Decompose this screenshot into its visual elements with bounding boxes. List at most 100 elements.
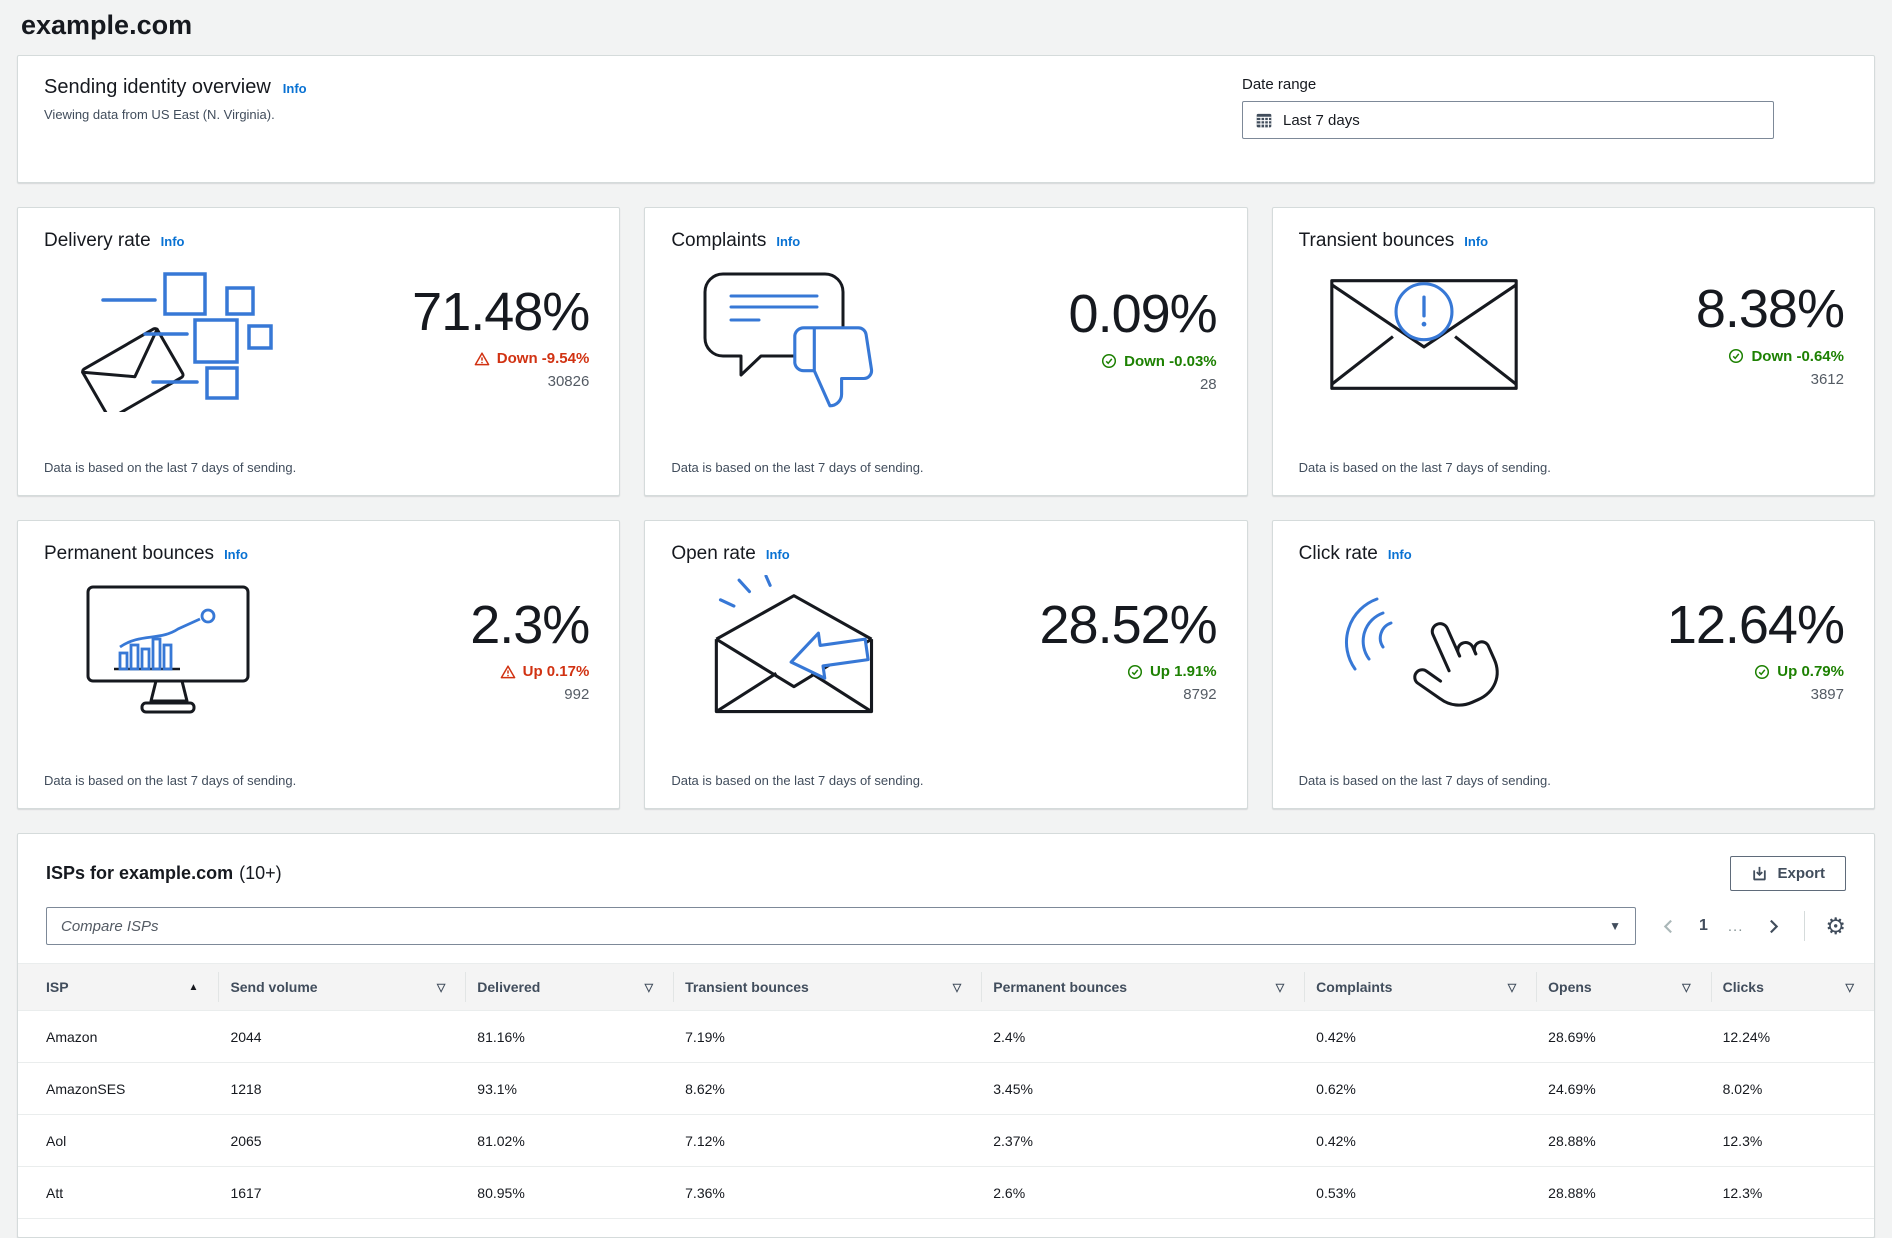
date-range-input[interactable]: Last 7 days xyxy=(1242,101,1774,139)
open-rate-icon xyxy=(671,575,921,725)
column-header-isp[interactable]: ISP▲ xyxy=(18,964,218,1011)
column-header-permanent-bounces[interactable]: Permanent bounces▽ xyxy=(981,964,1304,1011)
trend-indicator: Down -9.54% xyxy=(294,350,589,367)
metric-value: 28.52% xyxy=(921,597,1216,654)
metric-count: 30826 xyxy=(294,373,589,390)
trend-label: Up 1.91% xyxy=(1150,663,1217,680)
metrics-grid: Delivery rate Info xyxy=(17,207,1875,809)
column-header-delivered[interactable]: Delivered▽ xyxy=(465,964,673,1011)
metric-info-link[interactable]: Info xyxy=(1464,234,1488,249)
trend-indicator: Up 1.91% xyxy=(921,663,1216,680)
prev-page-button[interactable] xyxy=(1658,916,1679,937)
cell-transient-bounces: 7.36% xyxy=(673,1167,981,1219)
warning-triangle-icon xyxy=(500,664,516,680)
cell-clicks: 12.3% xyxy=(1711,1167,1874,1219)
metric-title: Click rate xyxy=(1299,543,1378,565)
cell-permanent-bounces: 2.4% xyxy=(981,1011,1304,1063)
metric-count: 8792 xyxy=(921,686,1216,703)
metric-footnote: Data is based on the last 7 days of send… xyxy=(671,460,1220,475)
chevron-down-icon: ▼ xyxy=(1609,919,1621,933)
gear-icon: ⚙ xyxy=(1825,913,1846,939)
column-header-transient-bounces[interactable]: Transient bounces▽ xyxy=(673,964,981,1011)
metric-info-link[interactable]: Info xyxy=(1388,547,1412,562)
check-circle-icon xyxy=(1728,348,1744,364)
cell-clicks: 12.3% xyxy=(1711,1115,1874,1167)
check-circle-icon xyxy=(1754,664,1770,680)
metric-info-link[interactable]: Info xyxy=(776,234,800,249)
cell-opens: 28.69% xyxy=(1536,1011,1710,1063)
cell-send-volume: 1218 xyxy=(218,1063,465,1115)
click-rate-icon xyxy=(1299,575,1549,725)
overview-title: Sending identity overview xyxy=(44,76,271,99)
current-page[interactable]: 1 xyxy=(1699,917,1708,935)
pagination: 1 ... ⚙ xyxy=(1658,911,1846,941)
permanent-bounces-icon xyxy=(44,575,294,725)
cell-opens: 24.69% xyxy=(1536,1063,1710,1115)
trend-label: Down -9.54% xyxy=(497,350,590,367)
sort-ascending-icon[interactable]: ▲ xyxy=(189,982,199,993)
page-title: example.com xyxy=(17,0,1875,55)
column-header-send-volume[interactable]: Send volume▽ xyxy=(218,964,465,1011)
overview-card: Sending identity overview Info Viewing d… xyxy=(17,55,1875,183)
cell-send-volume: 2065 xyxy=(218,1115,465,1167)
column-header-clicks[interactable]: Clicks▽ xyxy=(1711,964,1874,1011)
metric-card-permanent-bounces: Permanent bounces Info xyxy=(17,520,620,809)
overview-text: Sending identity overview Info Viewing d… xyxy=(44,76,307,158)
divider xyxy=(1804,911,1805,941)
isp-compare-placeholder: Compare ISPs xyxy=(61,918,159,935)
filter-icon[interactable]: ▽ xyxy=(1682,981,1690,994)
cell-transient-bounces: 7.19% xyxy=(673,1011,981,1063)
trend-indicator: Down -0.03% xyxy=(921,353,1216,370)
isp-compare-select[interactable]: Compare ISPs ▼ xyxy=(46,907,1636,945)
filter-icon[interactable]: ▽ xyxy=(1508,981,1516,994)
cell-isp: AmazonSES xyxy=(18,1063,218,1115)
cell-opens: 28.88% xyxy=(1536,1115,1710,1167)
table-row: AmazonSES 1218 93.1% 8.62% 3.45% 0.62% 2… xyxy=(18,1063,1874,1115)
table-settings-button[interactable]: ⚙ xyxy=(1825,915,1846,938)
metric-footnote: Data is based on the last 7 days of send… xyxy=(671,773,1220,788)
cell-permanent-bounces: 2.6% xyxy=(981,1167,1304,1219)
warning-triangle-icon xyxy=(474,351,490,367)
trend-label: Up 0.17% xyxy=(523,663,590,680)
cell-send-volume: 2044 xyxy=(218,1011,465,1063)
metric-count: 3612 xyxy=(1549,371,1844,388)
metric-footnote: Data is based on the last 7 days of send… xyxy=(44,460,593,475)
metric-card-transient-bounces: Transient bounces Info xyxy=(1272,207,1875,496)
metric-title: Transient bounces xyxy=(1299,230,1455,252)
filter-icon[interactable]: ▽ xyxy=(1276,981,1284,994)
isp-table-count: (10+) xyxy=(239,863,282,883)
column-header-opens[interactable]: Opens▽ xyxy=(1536,964,1710,1011)
metric-info-link[interactable]: Info xyxy=(224,547,248,562)
filter-icon[interactable]: ▽ xyxy=(437,981,445,994)
delivery-rate-icon xyxy=(44,262,294,412)
metric-title: Complaints xyxy=(671,230,766,252)
trend-indicator: Up 0.79% xyxy=(1549,663,1844,680)
metric-card-click-rate: Click rate Info xyxy=(1272,520,1875,809)
cell-opens: 28.88% xyxy=(1536,1167,1710,1219)
cell-isp: Aol xyxy=(18,1115,218,1167)
metric-info-link[interactable]: Info xyxy=(161,234,185,249)
isp-table-card: ISPs for example.com(10+) Export Compare… xyxy=(17,833,1875,1238)
cell-complaints: 0.42% xyxy=(1304,1115,1536,1167)
metric-count: 992 xyxy=(294,686,589,703)
next-page-button[interactable] xyxy=(1763,916,1784,937)
download-icon xyxy=(1751,865,1768,882)
table-header-row: ISP▲ Send volume▽ Delivered▽ Transient b… xyxy=(18,964,1874,1011)
filter-icon[interactable]: ▽ xyxy=(953,981,961,994)
cell-isp: Att xyxy=(18,1167,218,1219)
table-row: Att 1617 80.95% 7.36% 2.6% 0.53% 28.88% … xyxy=(18,1167,1874,1219)
metric-value: 2.3% xyxy=(294,597,589,654)
page: example.com Sending identity overview In… xyxy=(0,0,1892,1238)
trend-label: Down -0.64% xyxy=(1751,348,1844,365)
overview-info-link[interactable]: Info xyxy=(283,81,307,96)
metric-footnote: Data is based on the last 7 days of send… xyxy=(1299,460,1848,475)
overview-subtitle: Viewing data from US East (N. Virginia). xyxy=(44,107,307,122)
export-button[interactable]: Export xyxy=(1730,856,1846,891)
filter-icon[interactable]: ▽ xyxy=(1846,981,1854,994)
metric-title: Delivery rate xyxy=(44,230,151,252)
cell-complaints: 0.53% xyxy=(1304,1167,1536,1219)
metric-info-link[interactable]: Info xyxy=(766,547,790,562)
cell-clicks: 8.02% xyxy=(1711,1063,1874,1115)
filter-icon[interactable]: ▽ xyxy=(645,981,653,994)
column-header-complaints[interactable]: Complaints▽ xyxy=(1304,964,1536,1011)
